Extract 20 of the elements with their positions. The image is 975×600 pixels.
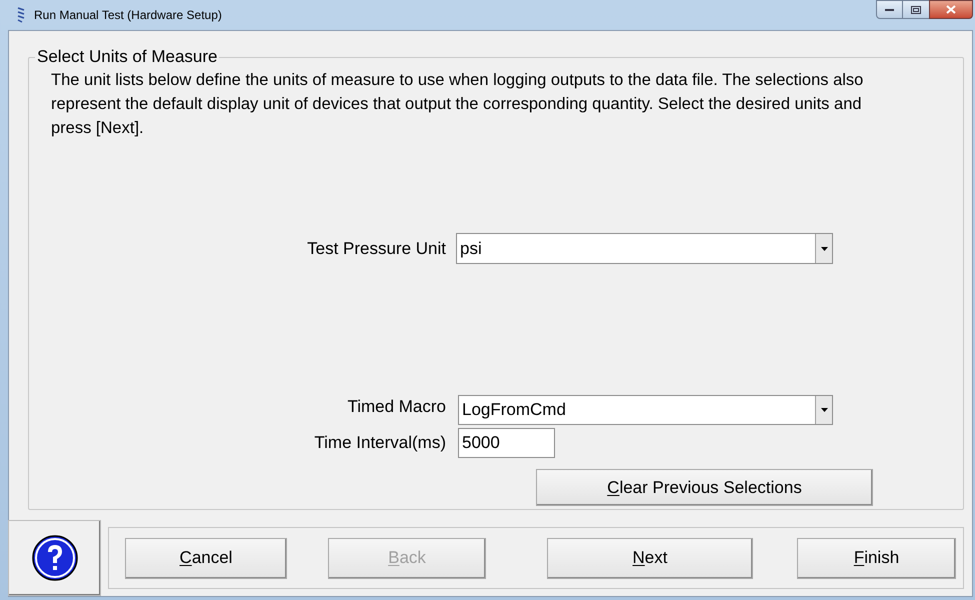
window-title: Run Manual Test (Hardware Setup) [34,7,222,24]
time-interval-field[interactable]: 5000 [458,428,555,458]
timed-macro-dropdown[interactable]: LogFromCmd [458,395,833,425]
wizard-button[interactable]: Next [547,538,753,578]
description-text: The unit lists below define the units of measure to use when logging outputs to the data file. The selections also represent the default display unit of devices that output the corresponding quantity. Select the desired units and press [Next]. [51,70,864,139]
minimize-icon [885,8,894,12]
close-icon [946,5,956,14]
wizard-button[interactable]: Cancel [125,538,287,578]
maximize-icon [911,6,921,14]
close-button[interactable] [929,0,973,19]
help-icon[interactable] [30,534,78,582]
wizard-button[interactable]: Finish [797,538,956,578]
clear-selections-button[interactable]: Clear Previous Selections [536,469,873,506]
minimize-button[interactable] [876,0,903,19]
app-icon [16,7,26,23]
field-label: Test Pressure Unit [306,238,446,260]
maximize-button[interactable] [903,0,929,19]
field-label: Timed Macro [346,396,446,418]
field-label: Time Interval(ms) [313,432,446,454]
pressure-unit-dropdown[interactable]: psi [456,233,833,264]
